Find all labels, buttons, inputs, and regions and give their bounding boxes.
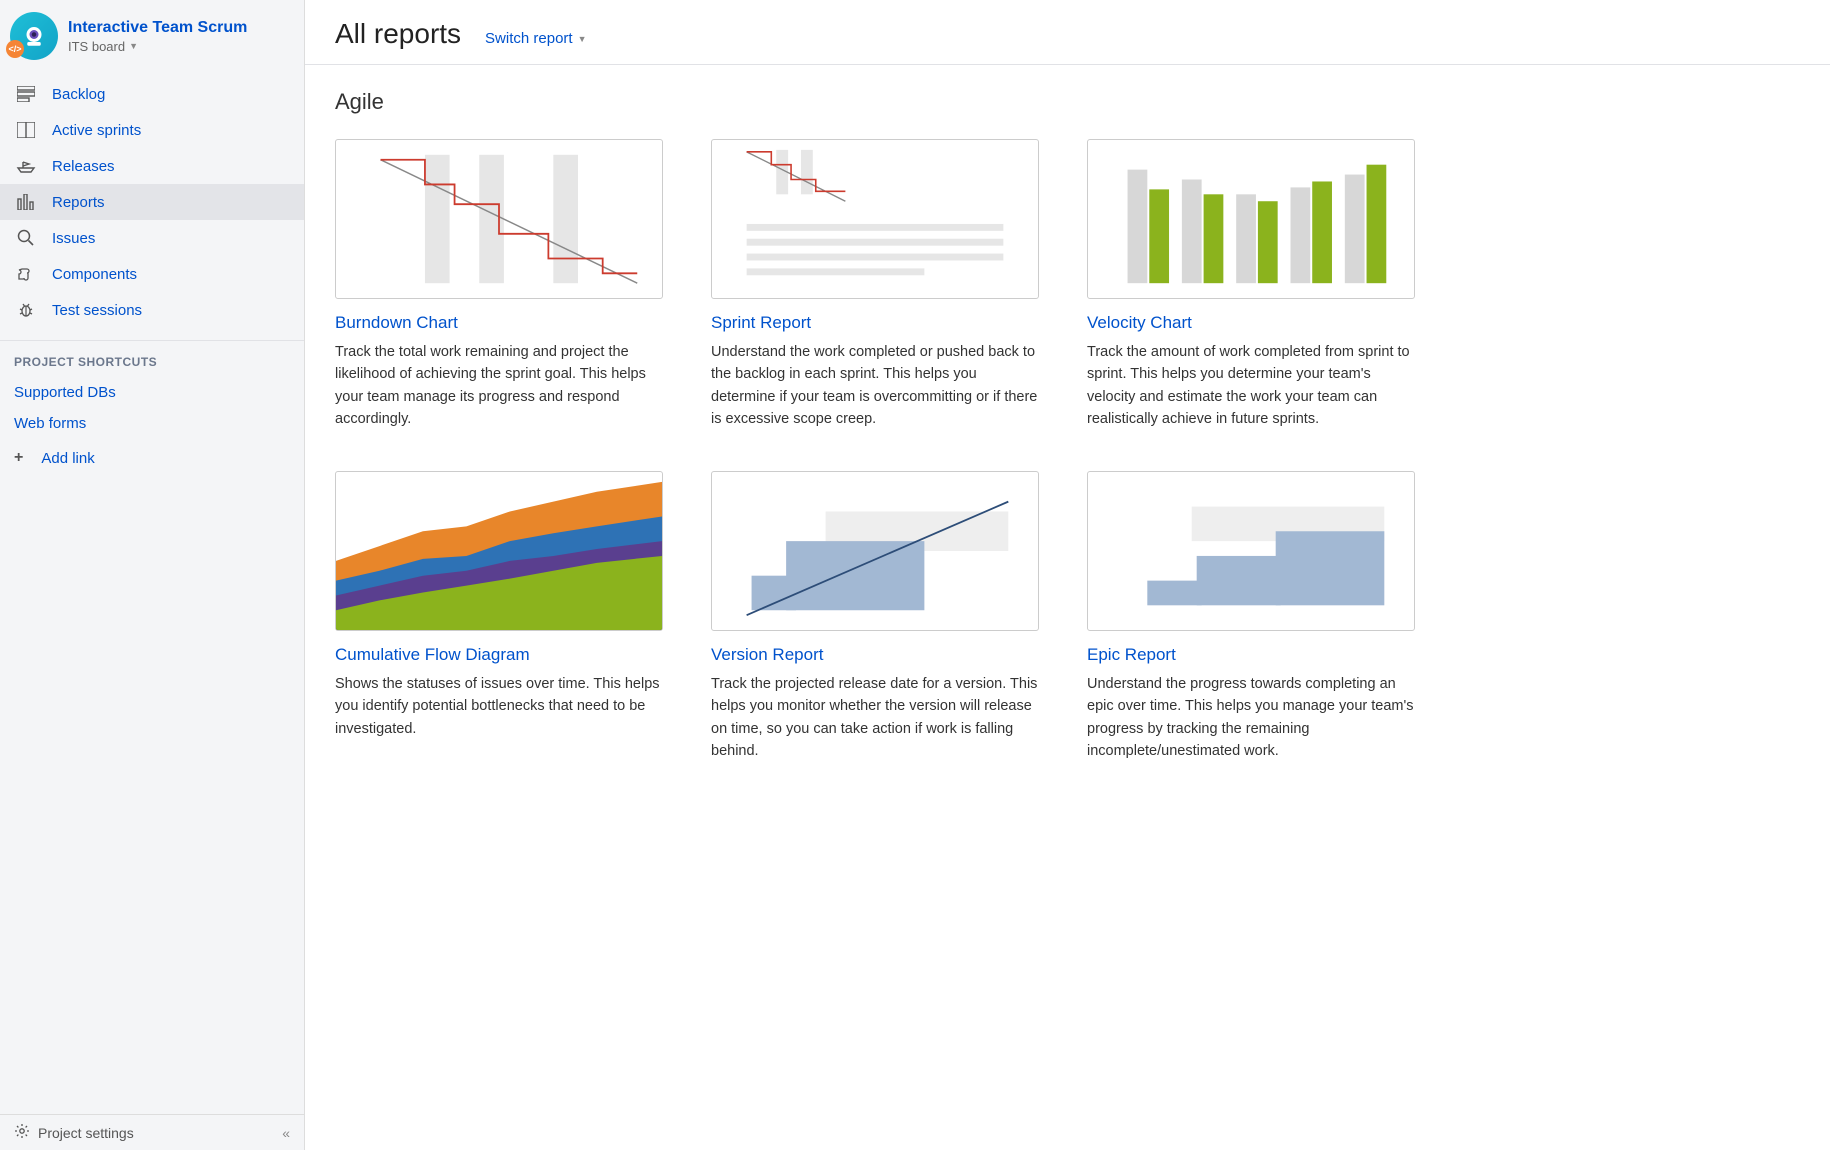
sidebar-item-test-sessions[interactable]: Test sessions bbox=[0, 292, 304, 328]
sidebar-item-label: Reports bbox=[52, 194, 105, 211]
shortcuts-heading: PROJECT SHORTCUTS bbox=[0, 340, 304, 377]
plus-icon: + bbox=[14, 449, 23, 467]
report-thumbnail bbox=[335, 471, 663, 631]
sidebar: </> Interactive Team Scrum ITS board ▼ B… bbox=[0, 0, 305, 1150]
report-card-sprint[interactable]: Sprint Report Understand the work comple… bbox=[711, 139, 1039, 431]
report-card-version[interactable]: Version Report Track the projected relea… bbox=[711, 471, 1039, 763]
page-title: All reports bbox=[335, 18, 461, 50]
shortcut-link[interactable]: Supported DBs bbox=[0, 377, 304, 408]
report-description: Track the amount of work completed from … bbox=[1087, 341, 1415, 431]
backlog-icon bbox=[14, 84, 38, 104]
report-thumbnail bbox=[335, 139, 663, 299]
main-content: All reports Switch report ▼ Agile bbox=[305, 0, 1830, 1150]
report-grid: Burndown Chart Track the total work rema… bbox=[335, 139, 1415, 763]
report-description: Track the total work remaining and proje… bbox=[335, 341, 663, 431]
report-thumbnail bbox=[711, 471, 1039, 631]
gear-icon bbox=[14, 1123, 30, 1142]
board-icon bbox=[14, 120, 38, 140]
chevron-down-icon: ▼ bbox=[129, 41, 138, 51]
report-card-burndown[interactable]: Burndown Chart Track the total work rema… bbox=[335, 139, 663, 431]
sidebar-item-label: Backlog bbox=[52, 86, 105, 103]
bug-icon bbox=[14, 300, 38, 320]
code-badge-icon: </> bbox=[6, 40, 24, 58]
switch-report-label: Switch report bbox=[485, 30, 573, 47]
project-header: </> Interactive Team Scrum ITS board ▼ bbox=[0, 0, 304, 70]
report-thumbnail bbox=[1087, 139, 1415, 299]
collapse-sidebar-button[interactable]: « bbox=[282, 1125, 290, 1141]
report-title: Version Report bbox=[711, 645, 1039, 665]
sidebar-item-label: Test sessions bbox=[52, 302, 142, 319]
category-title: Agile bbox=[335, 89, 1800, 115]
report-thumbnail bbox=[711, 139, 1039, 299]
report-card-cfd[interactable]: Cumulative Flow Diagram Shows the status… bbox=[335, 471, 663, 763]
sidebar-item-components[interactable]: Components bbox=[0, 256, 304, 292]
report-title: Cumulative Flow Diagram bbox=[335, 645, 663, 665]
report-card-velocity[interactable]: Velocity Chart Track the amount of work … bbox=[1087, 139, 1415, 431]
puzzle-icon bbox=[14, 264, 38, 284]
report-description: Understand the work completed or pushed … bbox=[711, 341, 1039, 431]
report-thumbnail bbox=[1087, 471, 1415, 631]
report-title: Velocity Chart bbox=[1087, 313, 1415, 333]
report-title: Sprint Report bbox=[711, 313, 1039, 333]
report-title: Epic Report bbox=[1087, 645, 1415, 665]
report-description: Understand the progress towards completi… bbox=[1087, 673, 1415, 763]
report-card-epic[interactable]: Epic Report Understand the progress towa… bbox=[1087, 471, 1415, 763]
project-settings-link[interactable]: Project settings bbox=[14, 1123, 134, 1142]
shortcut-link[interactable]: Web forms bbox=[0, 408, 304, 439]
chevron-down-icon: ▼ bbox=[578, 34, 587, 44]
sidebar-item-label: Active sprints bbox=[52, 122, 141, 139]
sidebar-nav: Backlog Active sprints Releases Reports bbox=[0, 70, 304, 334]
project-name[interactable]: Interactive Team Scrum bbox=[68, 19, 247, 37]
report-description: Track the projected release date for a v… bbox=[711, 673, 1039, 763]
sidebar-item-releases[interactable]: Releases bbox=[0, 148, 304, 184]
search-icon bbox=[14, 228, 38, 248]
add-link-label: Add link bbox=[41, 450, 94, 467]
report-description: Shows the statuses of issues over time. … bbox=[335, 673, 663, 740]
project-settings-label: Project settings bbox=[38, 1125, 134, 1141]
sidebar-item-label: Releases bbox=[52, 158, 115, 175]
page-header: All reports Switch report ▼ bbox=[305, 0, 1830, 65]
board-selector-label: ITS board bbox=[68, 39, 125, 54]
board-selector[interactable]: ITS board ▼ bbox=[68, 39, 247, 54]
project-avatar: </> bbox=[10, 12, 58, 60]
sidebar-item-active-sprints[interactable]: Active sprints bbox=[0, 112, 304, 148]
sidebar-item-label: Issues bbox=[52, 230, 95, 247]
sidebar-item-reports[interactable]: Reports bbox=[0, 184, 304, 220]
sidebar-item-backlog[interactable]: Backlog bbox=[0, 76, 304, 112]
chart-icon bbox=[14, 192, 38, 212]
sidebar-item-issues[interactable]: Issues bbox=[0, 220, 304, 256]
report-title: Burndown Chart bbox=[335, 313, 663, 333]
switch-report-button[interactable]: Switch report ▼ bbox=[485, 30, 586, 47]
sidebar-footer: Project settings « bbox=[0, 1114, 304, 1150]
ship-icon bbox=[14, 156, 38, 176]
sidebar-item-label: Components bbox=[52, 266, 137, 283]
add-link-button[interactable]: + Add link bbox=[0, 439, 304, 477]
